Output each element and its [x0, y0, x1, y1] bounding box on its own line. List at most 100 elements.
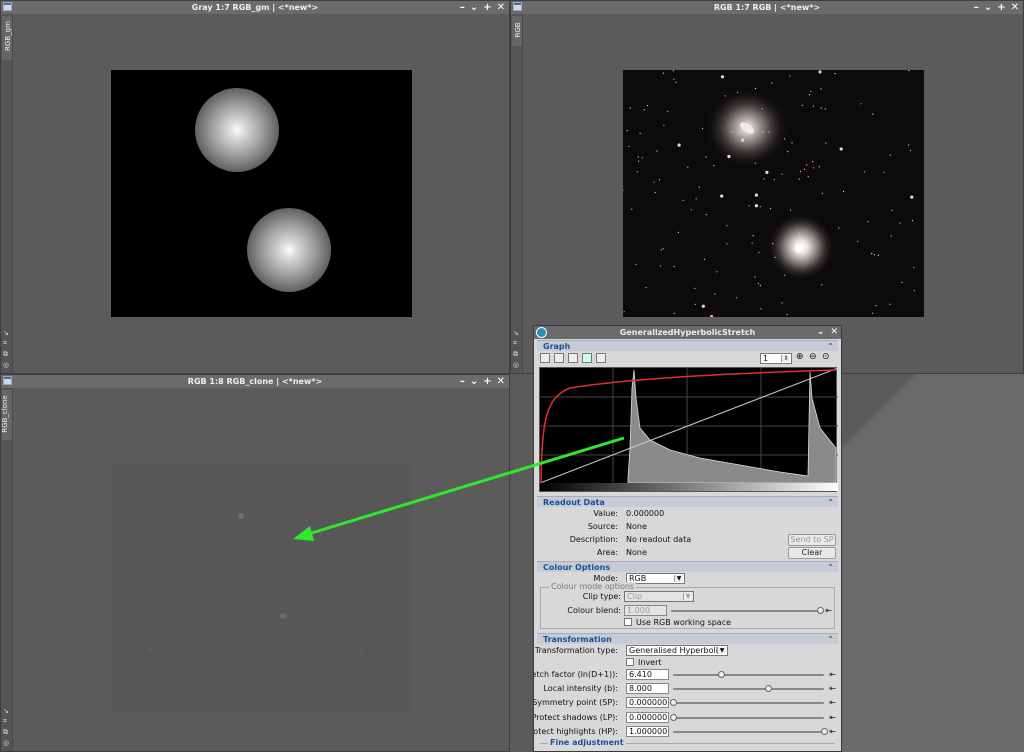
reset-icon[interactable]: ⇤ [829, 713, 836, 722]
reset-icon[interactable]: ⇤ [829, 670, 836, 679]
shade-icon[interactable]: ⌄ [470, 1, 478, 14]
star [834, 73, 836, 75]
reset-icon[interactable]: ⇤ [829, 684, 836, 693]
window-title: RGB 1:7 RGB | <*new*> [713, 3, 821, 12]
parameter-field[interactable]: 0.000000 [626, 697, 669, 708]
zoom-fit-icon[interactable]: ⊙ [822, 352, 830, 362]
shade-icon[interactable]: ⌄ [984, 1, 992, 14]
star [701, 127, 704, 130]
spin-icon[interactable]: ⇕ [781, 355, 790, 362]
parameter-field[interactable]: 6.410 [626, 669, 669, 680]
star [639, 132, 641, 134]
image-window-gray[interactable]: Gray 1:7 RGB_gm | <*new*> – ⌄ + ✕ RGB_gm… [0, 0, 510, 374]
window-title-bar[interactable]: RGB 1:8 RGB_clone | <*new*> – ⌄ + ✕ [1, 375, 509, 388]
window-title-bar[interactable]: Gray 1:7 RGB_gm | <*new*> – ⌄ + ✕ [1, 1, 509, 14]
window-title-bar[interactable]: RGB 1:7 RGB | <*new*> – ⌄ + ✕ [511, 1, 1023, 14]
parameter-field[interactable]: 8.000 [626, 683, 669, 694]
slider-knob[interactable] [670, 714, 677, 721]
reset-icon[interactable]: ⇤ [825, 606, 832, 615]
star [842, 190, 845, 193]
transformation-type-select[interactable]: Generalised Hyperbolic ▼ [626, 645, 728, 656]
readout-section-header[interactable]: Readout Data ⌃ [537, 496, 838, 507]
maximize-icon[interactable]: + [483, 375, 491, 388]
target-icon[interactable]: ◎ [3, 739, 9, 747]
pin-icon[interactable]: ↘ [3, 329, 9, 337]
description-label: Description: [569, 535, 618, 544]
close-icon[interactable]: ✕ [497, 1, 505, 14]
image-canvas[interactable] [111, 464, 412, 711]
colour-blend-label: Colour blend: [567, 606, 621, 615]
image-window-rgb[interactable]: RGB 1:7 RGB | <*new*> – ⌄ + ✕ RGB ↘ ⌗ ⧉ ◎ [510, 0, 1024, 374]
grid-icon[interactable] [582, 353, 592, 363]
minimize-icon[interactable]: – [974, 1, 979, 14]
lock-icon[interactable]: ⌗ [3, 717, 9, 726]
readout-value: 0.000000 [626, 509, 665, 518]
colour-blend-slider[interactable] [671, 607, 824, 614]
curve-icon[interactable] [568, 353, 578, 363]
minimize-icon[interactable]: – [460, 375, 465, 388]
reset-icon[interactable]: ⇤ [829, 698, 836, 707]
parameter-field[interactable]: 1.000000 [626, 726, 669, 737]
process-icon[interactable] [536, 327, 547, 338]
lock-icon[interactable]: ⌗ [3, 339, 9, 348]
rgb-working-space-checkbox[interactable] [624, 618, 632, 626]
log-histogram-icon[interactable] [540, 353, 550, 363]
link-icon[interactable]: ⧉ [3, 728, 9, 737]
maximize-icon[interactable]: + [483, 1, 491, 14]
target-icon[interactable]: ◎ [513, 361, 519, 369]
link-icon[interactable]: ⧉ [3, 350, 9, 359]
parameter-slider[interactable] [673, 685, 824, 692]
lock-icon[interactable]: ⌗ [513, 339, 519, 348]
slider-knob[interactable] [817, 607, 824, 614]
parameter-slider[interactable] [670, 699, 824, 706]
histogram-graph[interactable] [539, 367, 839, 492]
link-icon[interactable]: ⧉ [513, 350, 519, 359]
zoom-out-icon[interactable]: ⊖ [809, 352, 817, 362]
shade-icon[interactable]: ⌄ [817, 326, 825, 339]
slider-knob[interactable] [821, 728, 828, 735]
star [781, 173, 783, 175]
pin-icon[interactable]: ↘ [513, 329, 519, 337]
maximize-icon[interactable]: + [997, 1, 1005, 14]
zoom-in-icon[interactable]: ⊕ [796, 352, 804, 362]
image-canvas[interactable] [111, 70, 412, 317]
colour-blend-field[interactable]: 1.000 [624, 605, 667, 616]
graph-section-header[interactable]: Graph ⌃ [537, 340, 838, 351]
parameter-field[interactable]: 0.000000 [626, 712, 669, 723]
combined-view-icon[interactable] [554, 353, 564, 363]
slider-knob[interactable] [670, 699, 677, 706]
pin-icon[interactable]: ↘ [3, 707, 9, 715]
zoom-spinbox[interactable]: 1 ⇕ [760, 353, 792, 364]
ghs-process-window[interactable]: GeneralizedHyperbolicStretch ⌄ ✕ Graph ⌃ 1… [533, 325, 842, 752]
slider-knob[interactable] [765, 685, 773, 692]
linear-histogram-icon[interactable] [596, 353, 606, 363]
close-icon[interactable]: ✕ [830, 326, 838, 339]
window-icon[interactable] [3, 2, 12, 11]
colour-options-section-header[interactable]: Colour Options ⌃ [537, 561, 838, 572]
tool-title-bar[interactable]: GeneralizedHyperbolicStretch ⌄ ✕ [534, 326, 841, 339]
parameter-slider[interactable] [670, 714, 824, 721]
star [772, 243, 774, 245]
send-to-sp-button[interactable]: Send to SP [788, 534, 836, 546]
transformation-section-header[interactable]: Transformation ⌃ [537, 633, 838, 644]
window-icon[interactable] [3, 376, 12, 385]
target-icon[interactable]: ◎ [3, 361, 9, 369]
close-icon[interactable]: ✕ [497, 375, 505, 388]
parameter-slider[interactable] [673, 728, 828, 735]
slider-knob[interactable] [718, 671, 726, 678]
view-side-tab[interactable]: RGB_clone [1, 390, 12, 440]
reset-icon[interactable]: ⇤ [829, 727, 836, 736]
clip-type-select[interactable]: Clip ▼ [624, 591, 694, 602]
image-canvas[interactable] [622, 69, 924, 319]
invert-checkbox[interactable] [626, 658, 634, 666]
clear-button[interactable]: Clear [788, 547, 836, 559]
close-icon[interactable]: ✕ [1011, 1, 1019, 14]
parameter-slider[interactable] [673, 671, 824, 678]
image-window-clone[interactable]: RGB 1:8 RGB_clone | <*new*> – ⌄ + ✕ RGB_… [0, 374, 510, 752]
view-side-tab[interactable]: RGB_gm [2, 16, 12, 60]
shade-icon[interactable]: ⌄ [470, 375, 478, 388]
minimize-icon[interactable]: – [460, 1, 465, 14]
star [754, 276, 756, 278]
view-side-tab[interactable]: RGB [512, 16, 522, 46]
star [908, 144, 910, 146]
